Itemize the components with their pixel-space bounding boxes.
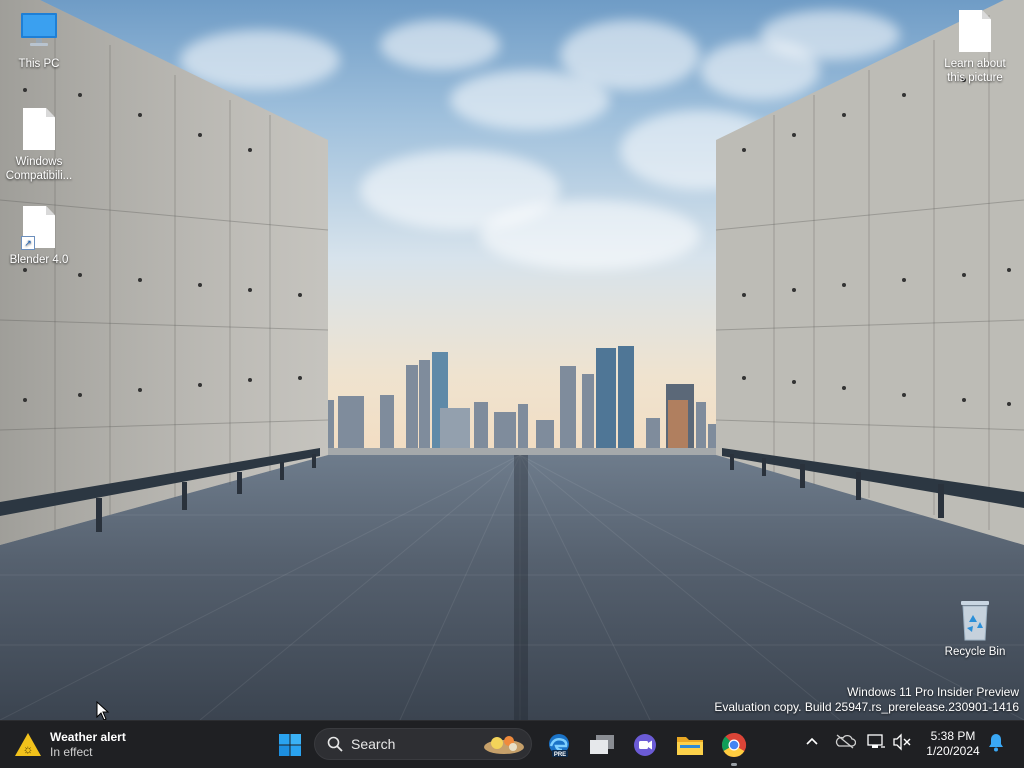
watermark-line-1: Windows 11 Pro Insider Preview bbox=[847, 685, 1019, 699]
tray-onedrive[interactable] bbox=[834, 733, 857, 754]
chrome-running-indicator bbox=[731, 763, 737, 766]
tray-volume[interactable] bbox=[892, 733, 912, 756]
monitor-icon bbox=[19, 10, 59, 54]
desktop-icon-label: Blender 4.0 bbox=[9, 254, 69, 266]
chrome-icon bbox=[721, 733, 747, 758]
search-placeholder: Search bbox=[351, 736, 396, 752]
desktop-icon-recycle-bin[interactable]: Recycle Bin bbox=[936, 598, 1014, 659]
desktop-icon-label: Learn about this picture bbox=[944, 58, 1006, 84]
start-button[interactable] bbox=[274, 729, 306, 761]
tray-overflow-button[interactable] bbox=[804, 733, 820, 754]
desktop-icon-this-pc[interactable]: This PC bbox=[0, 10, 78, 71]
volume-mute-icon bbox=[893, 733, 911, 751]
taskbar-app-edge-pre[interactable]: PRE bbox=[543, 729, 575, 761]
recycle-bin-icon bbox=[955, 598, 995, 642]
taskbar-app-chrome[interactable] bbox=[718, 729, 750, 761]
weather-warning-icon: ☼ bbox=[15, 733, 41, 756]
weather-widget[interactable]: ☼ Weather alert In effect bbox=[14, 727, 126, 763]
watermark-line-2: Evaluation copy. Build 25947.rs_prerelea… bbox=[714, 700, 1019, 714]
evaluation-watermark: Windows 11 Pro Insider Preview Evaluatio… bbox=[714, 685, 1019, 715]
taskbar-app-task-view[interactable] bbox=[586, 729, 618, 761]
city-skyline bbox=[324, 346, 720, 464]
shortcut-arrow-icon: ↗ bbox=[21, 236, 35, 250]
taskbar: ☼ Weather alert In effect Search PRE 5:3… bbox=[0, 720, 1024, 768]
tray-network[interactable] bbox=[866, 733, 886, 756]
search-highlight-icon bbox=[484, 736, 524, 754]
taskbar-search-box[interactable]: Search bbox=[314, 728, 532, 760]
taskbar-clock[interactable]: 5:38 PM 1/20/2024 bbox=[916, 729, 990, 759]
clock-time: 5:38 PM bbox=[930, 729, 976, 743]
desktop-icon-learn-about-picture[interactable]: Learn about this picture bbox=[936, 10, 1014, 85]
weather-title: Weather alert bbox=[50, 730, 126, 744]
bell-icon bbox=[989, 734, 1003, 752]
desktop-icon-label: Recycle Bin bbox=[944, 646, 1006, 658]
mouse-cursor-icon bbox=[96, 701, 110, 721]
notifications-button[interactable] bbox=[987, 732, 1005, 757]
weather-subtitle: In effect bbox=[50, 745, 93, 759]
onedrive-icon bbox=[835, 734, 857, 749]
search-icon bbox=[327, 736, 343, 752]
network-icon bbox=[867, 734, 885, 748]
right-railing bbox=[722, 448, 1024, 518]
shortcut-document-icon: ↗ bbox=[19, 206, 59, 250]
document-icon bbox=[955, 10, 995, 54]
windows-start-icon bbox=[279, 734, 301, 756]
clock-date: 1/20/2024 bbox=[926, 744, 980, 758]
svg-text:☼: ☼ bbox=[23, 742, 34, 756]
teams-icon bbox=[634, 734, 656, 756]
left-railing bbox=[0, 448, 320, 532]
task-view-icon bbox=[590, 735, 614, 754]
desktop-icon-label: This PC bbox=[18, 58, 60, 70]
edge-pre-badge: PRE bbox=[554, 752, 566, 758]
chevron-up-icon bbox=[806, 737, 818, 745]
folder-icon bbox=[677, 737, 703, 755]
desktop-icon-blender[interactable]: ↗ Blender 4.0 bbox=[0, 206, 78, 267]
desktop-wallpaper bbox=[0, 0, 1024, 720]
taskbar-app-teams[interactable] bbox=[629, 729, 661, 761]
taskbar-app-file-explorer[interactable] bbox=[674, 729, 706, 761]
desktop-icon-label: Windows Compatibili... bbox=[5, 156, 73, 182]
desktop-icon-windows-compatibility[interactable]: Windows Compatibili... bbox=[0, 108, 78, 183]
document-icon bbox=[19, 108, 59, 152]
edge-pre-icon: PRE bbox=[549, 734, 569, 758]
